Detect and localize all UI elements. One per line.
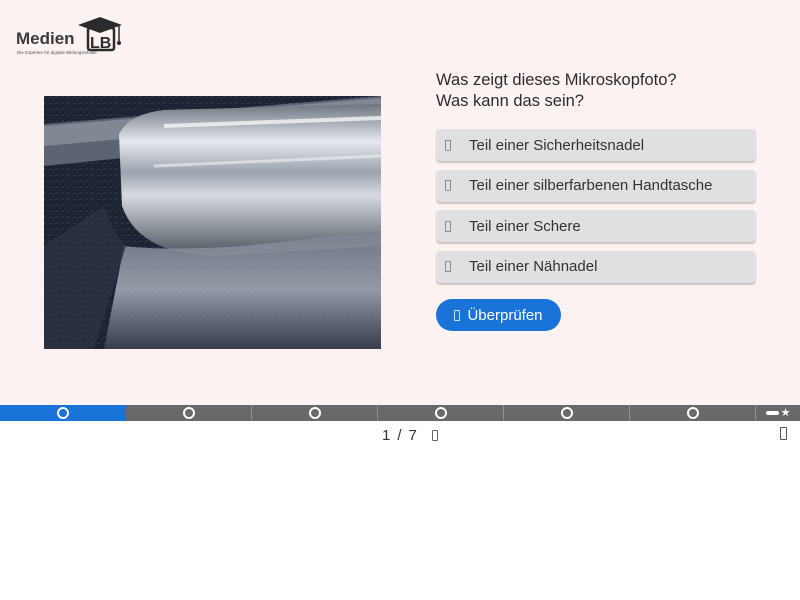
medienlb-logo: Medien LB Die Experten für digitale Bild… xyxy=(16,16,124,60)
current-page: 1 xyxy=(382,426,391,444)
answer-list: Teil einer Sicherheitsnadel Teil einer s… xyxy=(436,129,756,291)
answer-option-1[interactable]: Teil einer Sicherheitsnadel xyxy=(436,129,756,161)
check-button-label: Überprüfen xyxy=(467,306,543,324)
progress-step-2[interactable] xyxy=(126,405,252,421)
radio-unchecked-icon xyxy=(445,139,451,151)
page-indicator: 1 / 7 xyxy=(382,426,438,444)
answer-label: Teil einer silberfarbenen Handtasche xyxy=(469,177,713,194)
progress-step-3[interactable] xyxy=(252,405,378,421)
step-circle-icon xyxy=(182,407,195,419)
question-line-1: Was zeigt dieses Mikroskopfoto? xyxy=(436,71,677,89)
task-stage: Medien LB Die Experten für digitale Bild… xyxy=(0,0,800,405)
summary-star-icon: ★ xyxy=(765,407,790,419)
microscope-photo xyxy=(44,96,381,349)
radio-unchecked-icon xyxy=(445,180,451,191)
answer-label: Teil einer Nähnadel xyxy=(469,258,598,275)
step-circle-icon xyxy=(560,407,573,419)
radio-unchecked-icon xyxy=(445,220,451,232)
progress-step-6[interactable] xyxy=(630,405,756,421)
answer-label: Teil einer Sicherheitsnadel xyxy=(469,136,645,154)
step-circle-icon xyxy=(56,407,69,419)
logo-wordmark: Medien xyxy=(16,29,75,48)
progress-step-4[interactable] xyxy=(378,405,504,421)
answer-label: Teil einer Schere xyxy=(469,217,581,235)
check-button[interactable]: Überprüfen xyxy=(436,299,561,331)
question-line-2: Was kann das sein? xyxy=(436,92,584,110)
page-separator: / xyxy=(397,426,402,444)
fullscreen-icon[interactable] xyxy=(780,427,787,440)
progress-summary-step[interactable]: ★ xyxy=(756,405,800,421)
check-icon xyxy=(454,309,461,321)
answer-option-4[interactable]: Teil einer Nähnadel xyxy=(436,250,756,283)
progress-bar: ★ xyxy=(0,405,800,421)
step-circle-icon xyxy=(308,407,321,419)
progress-step-1[interactable] xyxy=(0,405,126,421)
total-pages: 7 xyxy=(408,426,417,444)
answer-option-2[interactable]: Teil einer silberfarbenen Handtasche xyxy=(436,169,756,202)
progress-step-5[interactable] xyxy=(504,405,630,421)
answer-option-3[interactable]: Teil einer Schere xyxy=(436,210,756,242)
step-circle-icon xyxy=(686,407,699,419)
logo-tagline: Die Experten für digitale Bildungsinhalt… xyxy=(17,50,97,55)
step-circle-icon xyxy=(434,407,447,419)
radio-unchecked-icon xyxy=(445,261,451,272)
next-page-icon[interactable] xyxy=(431,429,438,441)
question-text: Was zeigt dieses Mikroskopfoto? Was kann… xyxy=(436,70,776,112)
